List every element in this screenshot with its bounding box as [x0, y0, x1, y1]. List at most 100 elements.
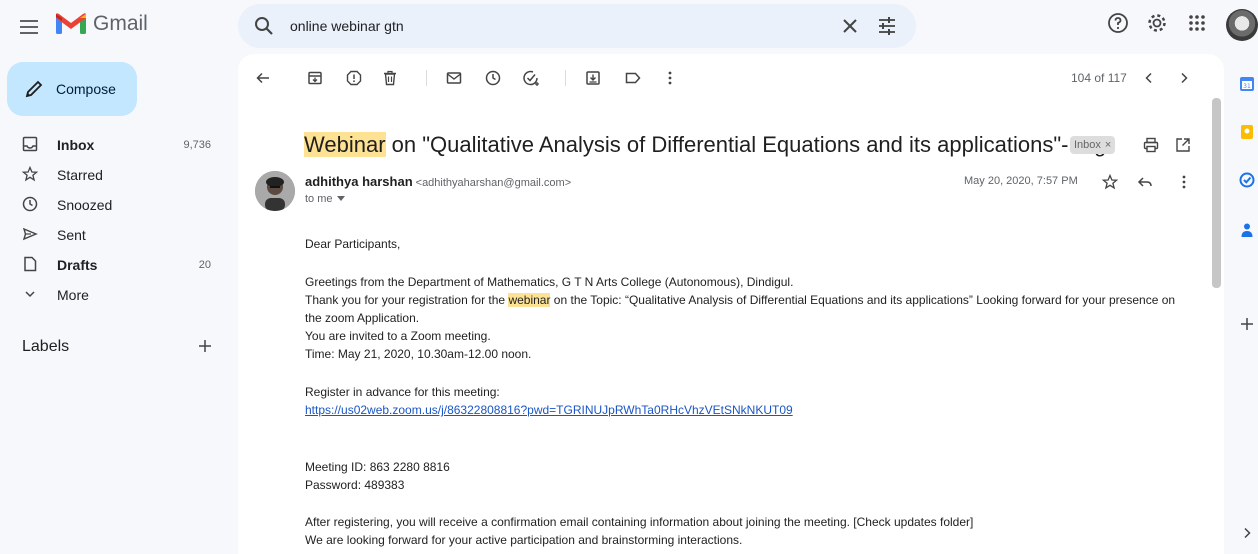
- app-name: Gmail: [93, 12, 148, 35]
- body-line: the zoom Application.: [305, 311, 420, 325]
- main-menu-button[interactable]: [14, 11, 46, 43]
- move-to-icon: [586, 71, 600, 85]
- more-vert-icon: [1182, 175, 1186, 189]
- labels-button[interactable]: [622, 67, 644, 89]
- add-task-icon: [523, 70, 539, 86]
- zoom-registration-link[interactable]: https://us02web.zoom.us/j/86322808816?pw…: [305, 403, 793, 417]
- email-view: 104 of 117 Webinar on "Qualitative Analy…: [238, 54, 1224, 554]
- settings-gear-icon[interactable]: [1145, 11, 1169, 35]
- arrow-left-icon: [256, 72, 269, 84]
- sidebar-item-inbox[interactable]: Inbox 9,736: [0, 130, 232, 160]
- sidebar-item-sent[interactable]: Sent: [0, 220, 232, 250]
- chip-label: Inbox: [1074, 139, 1101, 151]
- body-line: Greetings from the Department of Mathema…: [305, 275, 794, 289]
- print-icon: [1143, 137, 1159, 153]
- account-avatar[interactable]: [1226, 9, 1258, 41]
- search-highlight: webinar: [508, 293, 551, 307]
- sidebar-item-label: Sent: [57, 227, 86, 243]
- expand-panel-icon[interactable]: [1239, 525, 1255, 541]
- send-icon: [22, 227, 38, 241]
- reply-button[interactable]: [1134, 171, 1156, 193]
- remove-label-button[interactable]: ×: [1105, 139, 1111, 151]
- toolbar-divider: [565, 70, 566, 86]
- keep-icon[interactable]: [1239, 124, 1255, 140]
- tasks-icon[interactable]: [1239, 172, 1255, 188]
- envelope-icon: [446, 72, 462, 84]
- add-label-icon[interactable]: [196, 337, 214, 355]
- archive-button[interactable]: [304, 67, 326, 89]
- inbox-icon: [22, 136, 38, 152]
- sender-name[interactable]: adhithya harshan: [305, 174, 413, 189]
- clear-search-icon[interactable]: [839, 15, 861, 37]
- body-line: Thank you for your registration for the …: [305, 293, 1175, 307]
- top-bar: Gmail online webinar gtn: [0, 0, 1258, 54]
- person-photo-icon: [255, 171, 295, 211]
- body-line: Time: May 21, 2020, 10.30am-12.00 noon.: [305, 347, 532, 361]
- gmail-m-icon: [56, 13, 86, 34]
- archive-icon: [308, 71, 322, 85]
- message-more-button[interactable]: [1173, 171, 1195, 193]
- search-icon[interactable]: [254, 16, 274, 36]
- meeting-password: Password: 489383: [305, 478, 405, 492]
- draft-icon: [24, 256, 37, 272]
- sidebar-item-snoozed[interactable]: Snoozed: [0, 190, 232, 220]
- pencil-icon: [25, 80, 43, 98]
- search-options-icon[interactable]: [876, 15, 898, 37]
- body-line: We are looking forward for your active p…: [305, 533, 743, 547]
- search-bar[interactable]: online webinar gtn: [238, 4, 916, 48]
- snooze-button[interactable]: [482, 67, 504, 89]
- sender-line: adhithya harshan <adhithyaharshan@gmail.c…: [305, 174, 571, 189]
- open-in-new-icon: [1176, 138, 1190, 152]
- add-to-tasks-button[interactable]: [520, 67, 542, 89]
- help-icon[interactable]: [1106, 11, 1130, 35]
- apps-grid-icon[interactable]: [1185, 11, 1209, 35]
- calendar-icon[interactable]: 31: [1239, 76, 1255, 92]
- sidebar-item-drafts[interactable]: Drafts 20: [0, 250, 232, 280]
- recipient-details[interactable]: to me: [305, 193, 345, 205]
- sidebar-item-label: More: [57, 287, 89, 303]
- labels-heading: Labels: [22, 338, 70, 355]
- delete-button[interactable]: [379, 67, 401, 89]
- pagination-status: 104 of 117: [1071, 71, 1127, 85]
- open-new-window-button[interactable]: [1172, 134, 1194, 156]
- back-button[interactable]: [252, 67, 274, 89]
- report-icon: [346, 70, 362, 86]
- print-all-button[interactable]: [1140, 134, 1162, 156]
- body-greeting: Dear Participants,: [305, 237, 401, 251]
- sidebar-item-label: Inbox: [57, 137, 95, 153]
- email-date: May 20, 2020, 7:57 PM: [964, 175, 1078, 187]
- dropdown-caret-icon: [336, 196, 345, 201]
- older-button[interactable]: [1173, 67, 1195, 89]
- chevron-down-icon: [25, 291, 35, 298]
- reply-icon: [1137, 177, 1152, 187]
- mark-unread-button[interactable]: [443, 67, 465, 89]
- sidebar-item-starred[interactable]: Starred: [0, 160, 232, 190]
- body-text-segment: Thank you for your registration for the: [305, 293, 509, 307]
- email-subject: Webinar on "Qualitative Analysis of Diff…: [304, 132, 1106, 158]
- move-to-button[interactable]: [582, 67, 604, 89]
- chevron-right-icon: [1181, 72, 1188, 84]
- more-vert-icon: [668, 71, 672, 85]
- inbox-label-chip[interactable]: Inbox ×: [1070, 136, 1116, 154]
- gmail-logo[interactable]: Gmail: [55, 12, 148, 36]
- report-spam-button[interactable]: [343, 67, 365, 89]
- svg-text:31: 31: [1243, 83, 1251, 90]
- sidebar-item-more[interactable]: More: [0, 280, 232, 310]
- contacts-icon[interactable]: [1239, 222, 1255, 238]
- recipient-text: to me: [305, 193, 333, 205]
- compose-button[interactable]: Compose: [7, 62, 137, 116]
- body-line: You are invited to a Zoom meeting.: [305, 329, 491, 343]
- star-icon: [22, 166, 38, 182]
- hamburger-icon: [20, 20, 38, 34]
- scrollbar-thumb[interactable]: [1212, 98, 1221, 288]
- more-actions-button[interactable]: [659, 67, 681, 89]
- body-line: Register in advance for this meeting:: [305, 385, 500, 399]
- unread-count: 9,736: [183, 139, 211, 151]
- label-tag-icon: [625, 72, 641, 84]
- get-addons-icon[interactable]: [1239, 316, 1255, 332]
- star-button[interactable]: [1099, 171, 1121, 193]
- sender-avatar[interactable]: [255, 171, 295, 211]
- toolbar-divider: [426, 70, 427, 86]
- search-input[interactable]: online webinar gtn: [290, 18, 404, 34]
- newer-button[interactable]: [1138, 67, 1160, 89]
